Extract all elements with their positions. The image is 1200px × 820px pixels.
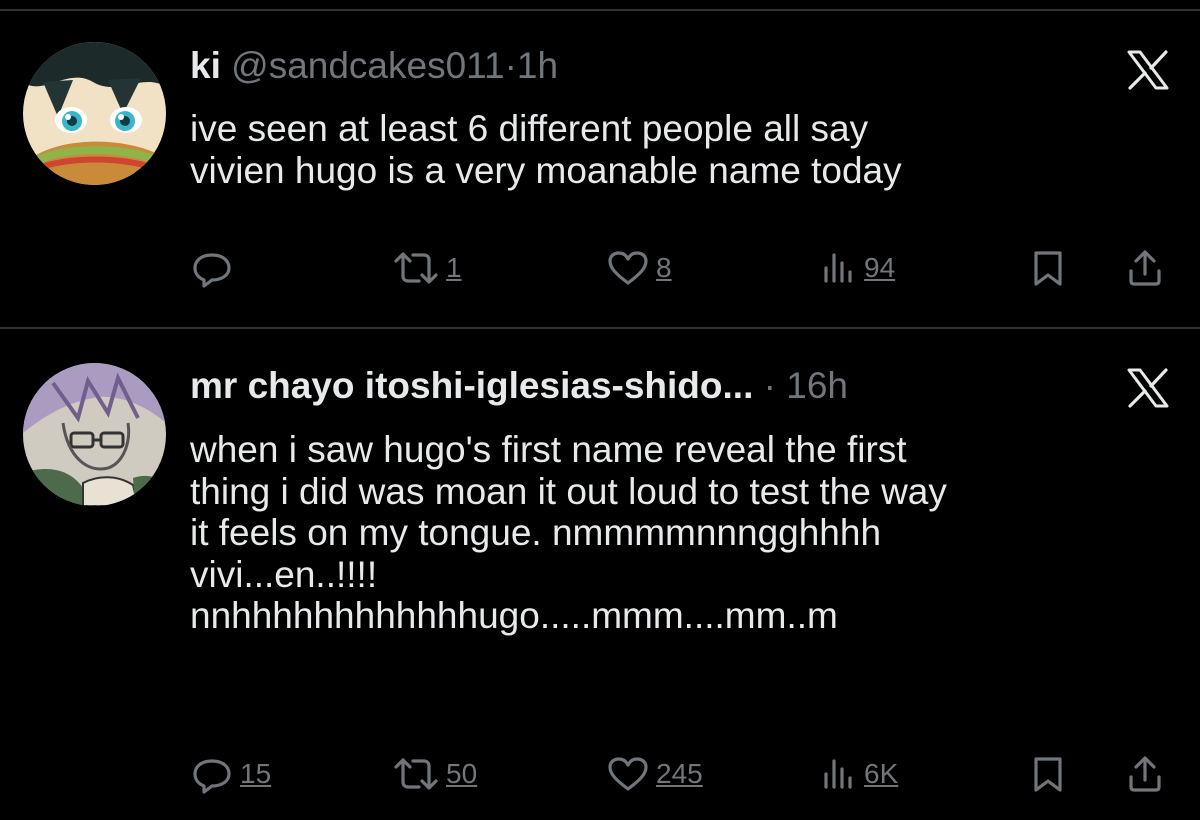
anime-avatar-icon xyxy=(23,363,166,506)
reply-button[interactable]: 15 xyxy=(190,754,271,794)
share-button[interactable] xyxy=(1125,754,1165,794)
like-count: 245 xyxy=(656,758,703,789)
tweet-header: ki @sandcakes011·1h xyxy=(190,44,558,88)
views-chart-icon xyxy=(824,253,852,283)
tweet-text: ive seen at least 6 different people all… xyxy=(190,108,902,191)
tweet-actions: 1 8 94 xyxy=(190,248,1180,288)
views-button[interactable]: 94 xyxy=(818,248,895,288)
heart-icon xyxy=(608,251,648,285)
reply-icon xyxy=(193,759,231,794)
retweet-icon xyxy=(394,758,438,790)
handle[interactable]: @sandcakes011 xyxy=(231,45,504,86)
tweet[interactable]: mr chayo itoshi-iglesias-shido... · 16h … xyxy=(0,329,1200,820)
x-logo-icon[interactable] xyxy=(1126,368,1170,408)
views-count: 94 xyxy=(864,252,896,283)
heart-icon xyxy=(608,757,648,791)
reply-icon xyxy=(193,253,231,288)
tweet-header: mr chayo itoshi-iglesias-shido... · 16h xyxy=(190,364,848,408)
views-chart-icon xyxy=(824,759,852,789)
share-icon xyxy=(1129,756,1161,792)
views-count: 6K xyxy=(864,758,899,789)
retweet-icon xyxy=(394,252,438,284)
timestamp[interactable]: 16h xyxy=(786,365,848,406)
reply-button[interactable] xyxy=(190,248,240,288)
display-name[interactable]: ki xyxy=(190,45,221,86)
anime-avatar-icon xyxy=(23,42,166,185)
like-button[interactable]: 8 xyxy=(606,248,672,288)
share-icon xyxy=(1129,250,1161,286)
views-button[interactable]: 6K xyxy=(818,754,898,794)
x-logo-icon[interactable] xyxy=(1126,50,1170,90)
avatar[interactable] xyxy=(23,363,166,506)
like-button[interactable]: 245 xyxy=(606,754,703,794)
tweet-text: when i saw hugo's first name reveal the … xyxy=(190,429,947,636)
bookmark-button[interactable] xyxy=(1028,754,1068,794)
timestamp[interactable]: 1h xyxy=(517,45,558,86)
tweet-actions: 15 50 245 6K xyxy=(190,754,1180,794)
display-name[interactable]: mr chayo itoshi-iglesias-shido... xyxy=(190,365,753,406)
separator-dot: · xyxy=(504,45,517,86)
avatar[interactable] xyxy=(23,42,166,185)
retweet-button[interactable]: 1 xyxy=(392,248,462,288)
bookmark-icon xyxy=(1034,251,1062,286)
retweet-count: 50 xyxy=(446,758,478,789)
separator-dot: · xyxy=(763,365,776,406)
like-count: 8 xyxy=(656,252,672,283)
retweet-count: 1 xyxy=(446,252,462,283)
bookmark-icon xyxy=(1034,757,1062,792)
reply-count: 15 xyxy=(240,758,272,789)
bookmark-button[interactable] xyxy=(1028,248,1068,288)
tweet[interactable]: ki @sandcakes011·1h ive seen at least 6 … xyxy=(0,0,1200,327)
retweet-button[interactable]: 50 xyxy=(392,754,477,794)
share-button[interactable] xyxy=(1125,248,1165,288)
